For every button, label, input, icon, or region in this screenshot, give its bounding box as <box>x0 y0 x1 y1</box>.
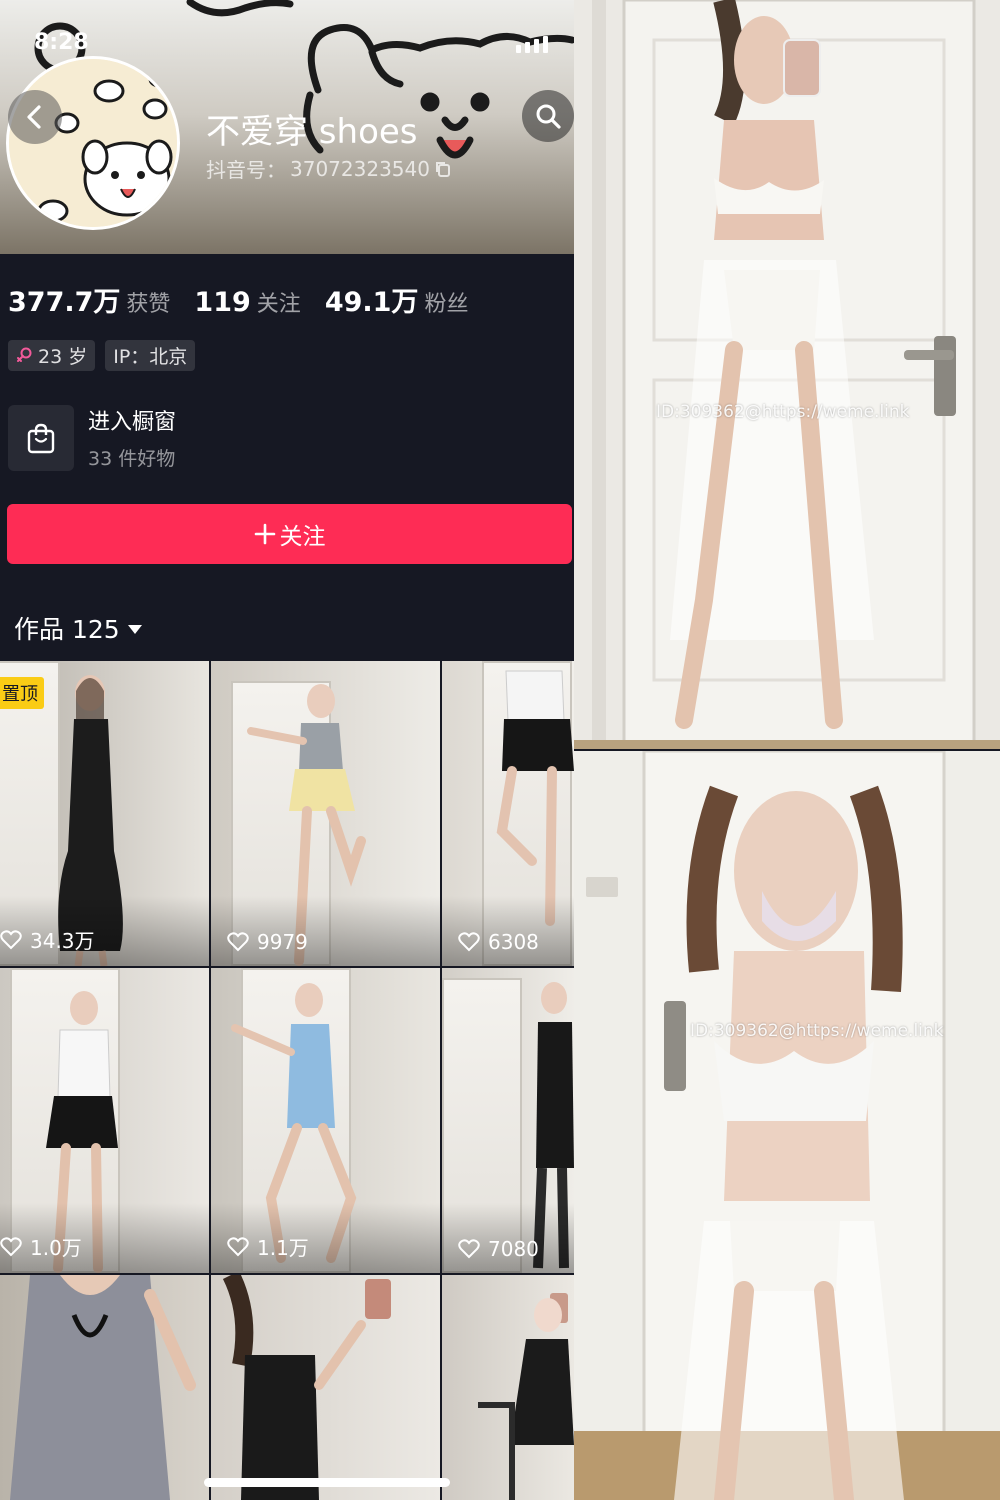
mirror-selfie-photo: ID:309362@https://weme.link <box>574 0 1000 749</box>
avatar-dog-illustration <box>9 59 177 227</box>
age-tag-label: 23 岁 <box>38 346 88 368</box>
stat-likes[interactable]: 377.7万 获赞 <box>8 280 170 319</box>
shop-title: 进入橱窗 <box>88 410 177 435</box>
photo-illustration <box>574 0 1000 749</box>
video-thumbnail[interactable] <box>211 1275 440 1500</box>
video-figure <box>478 1293 574 1500</box>
caret-down-icon <box>127 624 142 634</box>
heart-icon <box>227 932 249 952</box>
stat-following-label: 关注 <box>256 292 301 317</box>
shopping-bag-icon <box>8 404 74 471</box>
video-thumbnail[interactable]: 置顶 34.3万 <box>0 661 209 966</box>
female-icon <box>17 347 32 362</box>
video-likes: 1.1万 <box>227 1232 309 1261</box>
photo-watermark: ID:309362@https://weme.link <box>690 1021 944 1041</box>
search-icon <box>536 104 561 129</box>
pinned-badge: 置顶 <box>0 677 44 709</box>
video-thumbnail[interactable]: 7080 <box>442 968 574 1273</box>
video-likes-count: 7080 <box>488 1237 539 1261</box>
heart-icon <box>458 932 480 952</box>
video-thumbnail[interactable] <box>442 1275 574 1500</box>
profile-stats: 377.7万 获赞 119 关注 49.1万 粉丝 <box>8 280 468 319</box>
video-likes: 6308 <box>458 930 539 954</box>
profile-tags: 23 岁 IP：北京 <box>8 340 196 371</box>
pose-photo: ID:309362@https://weme.link <box>574 751 1000 1500</box>
follow-button-label: 关注 <box>279 524 326 550</box>
ip-tag: IP：北京 <box>105 340 196 371</box>
status-time: 8:28 <box>34 30 89 55</box>
stat-followers[interactable]: 49.1万 粉丝 <box>325 280 469 319</box>
video-figure <box>10 1275 196 1500</box>
heart-icon <box>0 929 22 949</box>
video-thumbnail[interactable]: 1.1万 <box>211 968 440 1273</box>
tab-works-label: 作品 125 <box>14 615 120 644</box>
profile-banner: 8:28 不爱穿 shoes 抖音号： 37072323540 <box>0 0 574 254</box>
photo-watermark: ID:309362@https://weme.link <box>656 402 910 422</box>
stat-followers-label: 粉丝 <box>424 292 469 317</box>
stat-likes-value: 377.7万 <box>8 287 121 318</box>
stat-following[interactable]: 119 关注 <box>194 286 300 318</box>
video-likes-count: 1.1万 <box>257 1236 309 1260</box>
video-likes-count: 1.0万 <box>30 1236 82 1260</box>
video-likes: 9979 <box>227 930 308 954</box>
profile-username: 不爱穿 shoes <box>206 112 418 152</box>
back-button[interactable] <box>8 90 62 144</box>
age-tag: 23 岁 <box>8 340 96 371</box>
home-indicator[interactable] <box>204 1478 450 1487</box>
shop-subtitle: 33 件好物 <box>88 448 176 470</box>
video-thumbnail[interactable] <box>0 1275 209 1500</box>
signal-icon <box>516 36 548 53</box>
video-likes: 7080 <box>458 1237 539 1261</box>
profile-id-value: 37072323540 <box>290 156 430 181</box>
copy-icon[interactable] <box>434 160 452 178</box>
profile-screen: 8:28 不爱穿 shoes 抖音号： 37072323540 377.7万 获… <box>0 0 574 1500</box>
video-likes-count: 6308 <box>488 930 539 954</box>
video-thumbnail[interactable]: 6308 <box>442 661 574 966</box>
photo-illustration <box>574 751 1000 1500</box>
video-likes: 34.3万 <box>0 925 95 954</box>
stat-following-value: 119 <box>194 287 251 318</box>
heart-icon <box>227 1236 249 1256</box>
profile-id: 抖音号： 37072323540 <box>206 154 452 183</box>
video-likes-count: 34.3万 <box>30 929 95 953</box>
profile-id-label: 抖音号： <box>206 158 286 182</box>
video-thumbnail[interactable]: 1.0万 <box>0 968 209 1273</box>
tab-works[interactable]: 作品 125 <box>14 610 142 646</box>
video-likes: 1.0万 <box>0 1232 82 1261</box>
stat-likes-label: 获赞 <box>126 292 171 317</box>
back-arrow-icon <box>27 105 41 129</box>
video-likes-count: 9979 <box>257 930 308 954</box>
stat-followers-value: 49.1万 <box>324 287 419 318</box>
follow-button[interactable]: 关注 <box>7 504 572 564</box>
heart-icon <box>458 1239 480 1259</box>
video-figure <box>222 1275 391 1500</box>
heart-icon <box>0 1236 22 1256</box>
video-thumbnail[interactable]: 9979 <box>211 661 440 966</box>
search-button[interactable] <box>522 90 574 142</box>
ip-tag-label: IP：北京 <box>113 346 188 368</box>
shop-window-entry[interactable]: 进入橱窗 33 件好物 <box>8 404 176 471</box>
plus-icon <box>254 523 275 545</box>
video-grid: 置顶 34.3万 9979 6308 1.0万 1.1万 7080 <box>0 661 574 1500</box>
